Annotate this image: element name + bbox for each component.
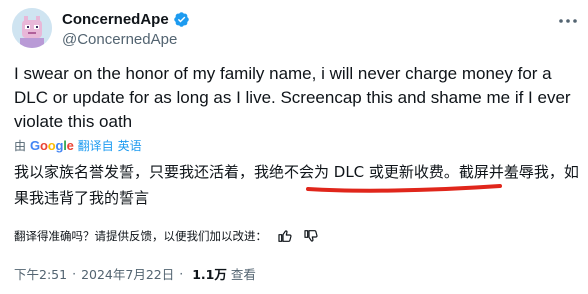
red-underline-annotation [306, 184, 502, 193]
translated-from-link[interactable]: 翻译自 [78, 137, 114, 154]
display-name[interactable]: ConcernedApe [62, 11, 169, 28]
tweet-date[interactable]: 2024年7月22日 [81, 264, 174, 283]
translation-feedback: 翻译得准确吗？请提供反馈，以便我们加以改进： [14, 228, 319, 244]
tweet-time[interactable]: 下午2:51 [14, 264, 67, 283]
translation-attribution: 由 Google 翻译自 英语 [14, 137, 142, 154]
author-block: ConcernedApe @ConcernedApe [62, 9, 190, 48]
source-language[interactable]: 英语 [118, 137, 142, 154]
view-count: 1.1万 [192, 267, 227, 282]
author-handle[interactable]: @ConcernedApe [62, 31, 190, 48]
feedback-question: 翻译得准确吗？请提供反馈，以便我们加以改进： [14, 229, 267, 243]
avatar-image [12, 8, 52, 48]
verified-badge-icon[interactable] [173, 11, 190, 28]
tweet-metadata: 下午2:51 · 2024年7月22日 · 1.1万 查看 [14, 264, 256, 283]
translation-by-label: 由 [14, 139, 27, 153]
avatar[interactable] [12, 8, 52, 48]
more-options-icon[interactable] [558, 12, 578, 30]
views-label: 查看 [230, 267, 256, 282]
google-logo: Google [30, 138, 74, 153]
thumbs-up-icon[interactable] [277, 228, 293, 244]
thumbs-down-icon[interactable] [303, 228, 319, 244]
tweet-text: I swear on the honor of my family name, … [14, 64, 571, 131]
